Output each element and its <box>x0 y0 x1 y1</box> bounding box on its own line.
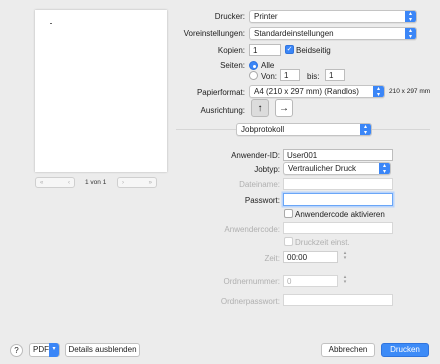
jobtype-value: Vertraulicher Druck <box>288 164 357 173</box>
next-page-icon[interactable]: › <box>122 180 124 186</box>
cancel-button[interactable]: Abbrechen <box>321 343 375 357</box>
updown-arrows-icon: ▴ ▾ <box>379 163 390 174</box>
paper-select[interactable]: A4 (210 x 297 mm) (Randlos) ▴ ▾ <box>249 85 385 98</box>
pages-to-input[interactable]: 1 <box>325 69 345 81</box>
folder-number-stepper[interactable]: ▴ ▾ <box>342 275 348 287</box>
presets-value: Standardeinstellungen <box>254 29 334 38</box>
section-select[interactable]: Jobprotokoll ▴ ▾ <box>236 123 372 136</box>
user-id-label: Anwender-ID: <box>231 151 280 160</box>
usercode-enable-label: Anwendercode aktivieren <box>295 210 385 219</box>
pdf-menu-button[interactable]: PDF ▾ <box>29 343 60 357</box>
jobtype-label: Jobtyp: <box>254 165 280 174</box>
page-count: 1 von 1 <box>85 179 107 186</box>
updown-arrows-icon: ▴ ▾ <box>405 11 416 22</box>
folder-password-input[interactable] <box>283 294 393 306</box>
print-button[interactable]: Drucken <box>381 343 429 357</box>
filename-label: Dateiname: <box>239 180 280 189</box>
portrait-orientation-button[interactable]: ↑ <box>251 99 269 117</box>
paper-size-text: 210 x 297 mm <box>389 88 431 95</box>
printer-label: Drucker: <box>214 12 245 21</box>
prev-page-icon[interactable]: ‹ <box>68 180 70 186</box>
preview-content-mark <box>50 23 52 24</box>
orientation-label: Ausrichtung: <box>200 106 245 115</box>
delayed-print-checkbox[interactable] <box>284 237 293 246</box>
time-label: Zeit: <box>264 254 280 263</box>
copies-input[interactable]: 1 <box>249 44 281 56</box>
folder-password-label: Ordnerpasswort: <box>220 297 280 306</box>
duplex-checkbox[interactable]: ✓ <box>285 45 294 54</box>
usercode-label: Anwendercode: <box>224 225 280 234</box>
time-stepper[interactable]: ▴ ▾ <box>342 251 348 263</box>
filename-input[interactable] <box>283 178 393 190</box>
section-value: Jobprotokoll <box>241 125 285 134</box>
paper-label: Papierformat: <box>196 88 245 97</box>
preview-forward-buttons[interactable]: › » <box>117 177 157 188</box>
updown-arrows-icon: ▴ ▾ <box>360 124 371 135</box>
duplex-label: Beidseitig <box>296 46 331 55</box>
copies-label: Kopien: <box>217 46 245 55</box>
pdf-label: PDF <box>33 345 49 354</box>
pages-to-label: bis: <box>307 72 320 81</box>
pages-range-radio[interactable] <box>249 71 258 80</box>
folder-number-input[interactable]: 0 <box>283 275 338 287</box>
landscape-icon: → <box>279 102 289 114</box>
landscape-orientation-button[interactable]: → <box>275 99 293 117</box>
folder-number-label: Ordnernummer: <box>223 277 280 286</box>
chevron-down-icon: ▾ <box>49 343 59 357</box>
pages-from-input[interactable]: 1 <box>280 69 300 81</box>
presets-select[interactable]: Standardeinstellungen ▴ ▾ <box>249 27 417 40</box>
password-input[interactable] <box>283 193 393 206</box>
pages-label: Seiten: <box>220 61 245 70</box>
preview-back-buttons[interactable]: « ‹ <box>35 177 75 188</box>
first-page-icon[interactable]: « <box>40 180 43 186</box>
printer-value: Printer <box>254 12 278 21</box>
last-page-icon[interactable]: » <box>149 180 152 186</box>
help-button[interactable]: ? <box>10 344 23 357</box>
usercode-input[interactable] <box>283 222 393 234</box>
presets-label: Voreinstellungen: <box>183 29 245 38</box>
paper-value: A4 (210 x 297 mm) (Randlos) <box>254 87 359 96</box>
usercode-enable-checkbox[interactable] <box>284 209 293 218</box>
pages-all-radio[interactable] <box>249 61 258 70</box>
page-preview <box>35 10 167 172</box>
preview-pager: « ‹ 1 von 1 › » <box>35 177 167 188</box>
pages-from-label: Von: <box>261 72 278 81</box>
user-id-input[interactable]: User001 <box>283 149 393 161</box>
updown-arrows-icon: ▴ ▾ <box>373 86 384 97</box>
time-input[interactable]: 00:00 <box>283 251 338 263</box>
hide-details-button[interactable]: Details ausblenden <box>65 343 140 357</box>
delayed-print-label: Druckzeit einst. <box>295 238 350 247</box>
jobtype-select[interactable]: Vertraulicher Druck ▴ ▾ <box>283 162 391 175</box>
portrait-icon: ↑ <box>257 102 263 114</box>
password-label: Passwort: <box>244 196 280 205</box>
printer-select[interactable]: Printer ▴ ▾ <box>249 10 417 23</box>
updown-arrows-icon: ▴ ▾ <box>405 28 416 39</box>
pages-all-label: Alle <box>261 61 275 70</box>
